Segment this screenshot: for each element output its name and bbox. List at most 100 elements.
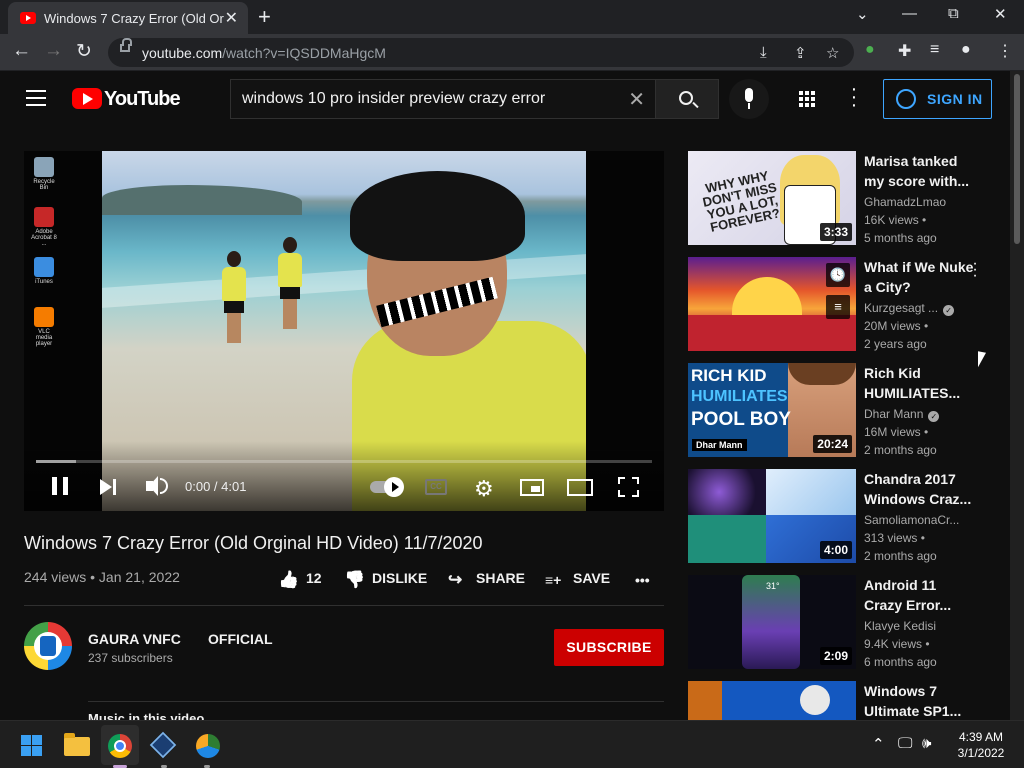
install-app-icon[interactable]: ⤓: [760, 44, 767, 61]
channel-name[interactable]: GAURA VNFC: [88, 631, 181, 647]
recommended-video[interactable]: 4:00 Chandra 2017 Windows Craz... Samoli…: [688, 469, 988, 565]
volume-icon[interactable]: [146, 476, 168, 496]
captions-button[interactable]: CC: [425, 479, 447, 495]
chrome-icon[interactable]: [108, 734, 132, 758]
recommended-title[interactable]: Chandra 2017 Windows Craz...: [864, 469, 974, 509]
browser-tab[interactable]: Windows 7 Crazy Error (Old Orginal HD Vi…: [8, 2, 248, 34]
next-video-icon[interactable]: [100, 479, 116, 495]
scrollbar-thumb[interactable]: [1014, 74, 1020, 244]
divider: [88, 701, 664, 702]
extensions-puzzle-icon[interactable]: ✚: [898, 41, 911, 61]
desktop-icon-itunes: iTunes: [30, 257, 58, 285]
recommended-video[interactable]: RICH KID HUMILIATES POOL BOY Dhar Mann 2…: [688, 363, 988, 459]
miniplayer-icon[interactable]: [520, 479, 544, 496]
clear-search-icon[interactable]: ✕: [628, 87, 645, 112]
recommended-channel[interactable]: GhamadzLmao: [864, 195, 946, 209]
video-player[interactable]: Recycle Bin Adobe Acrobat 8 ... iTunes V…: [24, 151, 664, 511]
autoplay-toggle[interactable]: [370, 477, 404, 497]
file-explorer-icon[interactable]: [64, 733, 90, 756]
recommended-title[interactable]: Windows 7 Ultimate SP1...: [864, 681, 974, 720]
settings-gear-icon[interactable]: ⚙: [474, 476, 494, 502]
recommended-video[interactable]: Windows 7 Ultimate SP1...: [688, 681, 988, 720]
minimize-button[interactable]: —: [902, 5, 917, 22]
back-button[interactable]: ←: [12, 40, 31, 62]
restore-button[interactable]: ⧉: [948, 5, 959, 22]
youtube-header: YouTube windows 10 pro insider preview c…: [0, 71, 1010, 127]
recommended-video[interactable]: 🕓 ≡ What if We Nuke a City? Kurzgesagt .…: [688, 256, 988, 353]
thumbnail-line: POOL BOY: [691, 409, 791, 430]
media-queue-icon[interactable]: ≡: [930, 41, 939, 59]
search-query: windows 10 pro insider preview crazy err…: [242, 90, 546, 107]
recommended-title[interactable]: Rich Kid HUMILIATES...: [864, 363, 974, 403]
desktop-icon-label: Recycle Bin: [33, 179, 55, 191]
share-button[interactable]: ↪ SHARE: [448, 570, 525, 590]
forward-button[interactable]: →: [44, 40, 63, 62]
settings-more-icon[interactable]: · · ·: [850, 79, 858, 115]
fullscreen-icon[interactable]: [618, 477, 639, 497]
sign-in-button[interactable]: SIGN IN: [883, 79, 992, 119]
desktop-icon-label: VLC media player: [35, 329, 53, 347]
show-hidden-icons-chevron-icon[interactable]: ⌃: [872, 735, 885, 753]
window-close-button[interactable]: ✕: [994, 5, 1007, 23]
action-menu-icon[interactable]: · · ·: [972, 256, 978, 284]
network-icon[interactable]: 🖵: [898, 735, 912, 752]
save-button[interactable]: ≡+ SAVE: [545, 570, 610, 588]
recommended-channel[interactable]: Klavye Kedisi: [864, 619, 936, 633]
reload-button[interactable]: ↻: [76, 40, 92, 63]
new-tab-button[interactable]: +: [258, 4, 271, 30]
tab-search-icon[interactable]: ⌄: [856, 5, 869, 23]
page-scrollbar[interactable]: [1010, 71, 1024, 720]
dislike-button[interactable]: 👎 DISLIKE: [344, 570, 427, 590]
buffered-bar: [36, 460, 77, 463]
recommended-views: 16M views •: [864, 425, 929, 439]
video-thumbnail[interactable]: RICH KID HUMILIATES POOL BOY Dhar Mann 2…: [688, 363, 856, 457]
video-thumbnail[interactable]: 31° 2:09: [688, 575, 856, 669]
video-thumbnail[interactable]: [688, 681, 856, 720]
pause-icon[interactable]: [52, 477, 68, 495]
mouse-cursor-icon: [978, 351, 986, 369]
taskbar-clock[interactable]: 4:39 AM 3/1/2022: [945, 729, 1017, 761]
watch-later-icon[interactable]: 🕓: [826, 263, 850, 287]
like-count: 12: [306, 570, 322, 586]
voice-search-button[interactable]: [729, 79, 769, 119]
profile-icon[interactable]: ●: [961, 41, 971, 59]
like-button[interactable]: 👍 12: [278, 570, 322, 590]
recommended-channel[interactable]: SamoliamonaCr...: [864, 513, 959, 527]
video-thumbnail[interactable]: 4:00: [688, 469, 856, 563]
more-actions-icon[interactable]: •••: [635, 572, 650, 588]
recommended-channel[interactable]: Dhar Mann ✓: [864, 407, 940, 422]
recommended-video[interactable]: WHY WHY DON'T MISS YOU A LOT, FOREVER? 3…: [688, 151, 988, 247]
volume-tray-icon[interactable]: 🕪: [922, 735, 931, 752]
video-progress-bar[interactable]: [36, 460, 652, 463]
virtualbox-icon[interactable]: [149, 731, 177, 759]
subscribe-button[interactable]: SUBSCRIBE: [554, 629, 664, 666]
youtube-wordmark[interactable]: YouTube: [104, 88, 181, 111]
recommended-channel[interactable]: Kurzgesagt ... ✓: [864, 301, 955, 316]
bookmark-star-icon[interactable]: ☆: [826, 44, 839, 62]
apps-grid-icon[interactable]: [798, 90, 816, 108]
share-page-icon[interactable]: ⇪: [794, 44, 807, 62]
browser-menu-icon[interactable]: ⋮: [997, 41, 1013, 61]
recommended-title[interactable]: Android 11 Crazy Error...: [864, 575, 974, 615]
recommended-video[interactable]: 31° 2:09 Android 11 Crazy Error... Klavy…: [688, 575, 988, 671]
recommended-title[interactable]: Marisa tanked my score with...: [864, 151, 974, 191]
extension-globe-icon[interactable]: ●: [865, 41, 875, 59]
tab-close-icon[interactable]: ✕: [225, 8, 238, 28]
theater-mode-icon[interactable]: [567, 479, 593, 496]
video-thumbnail[interactable]: 🕓 ≡: [688, 257, 856, 351]
youtube-logo-icon[interactable]: [72, 88, 102, 109]
video-title: Windows 7 Crazy Error (Old Orginal HD Vi…: [24, 533, 483, 553]
recommended-title[interactable]: What if We Nuke a City?: [864, 257, 974, 297]
channel-avatar[interactable]: [24, 622, 72, 670]
browser-app-icon[interactable]: [196, 734, 220, 758]
recommended-age: 2 years ago: [864, 337, 927, 351]
lock-icon[interactable]: [120, 38, 132, 52]
recommended-age: 2 months ago: [864, 549, 937, 563]
search-button[interactable]: [655, 79, 719, 119]
search-input[interactable]: windows 10 pro insider preview crazy err…: [230, 79, 655, 119]
windows-start-icon[interactable]: [21, 735, 43, 757]
hamburger-menu-icon[interactable]: [26, 90, 46, 106]
video-thumbnail[interactable]: WHY WHY DON'T MISS YOU A LOT, FOREVER? 3…: [688, 151, 856, 245]
add-to-queue-icon[interactable]: ≡: [826, 295, 850, 319]
address-bar[interactable]: youtube.com/watch?v=IQSDDMaHgcM ⤓ ⇪ ☆: [108, 38, 854, 67]
